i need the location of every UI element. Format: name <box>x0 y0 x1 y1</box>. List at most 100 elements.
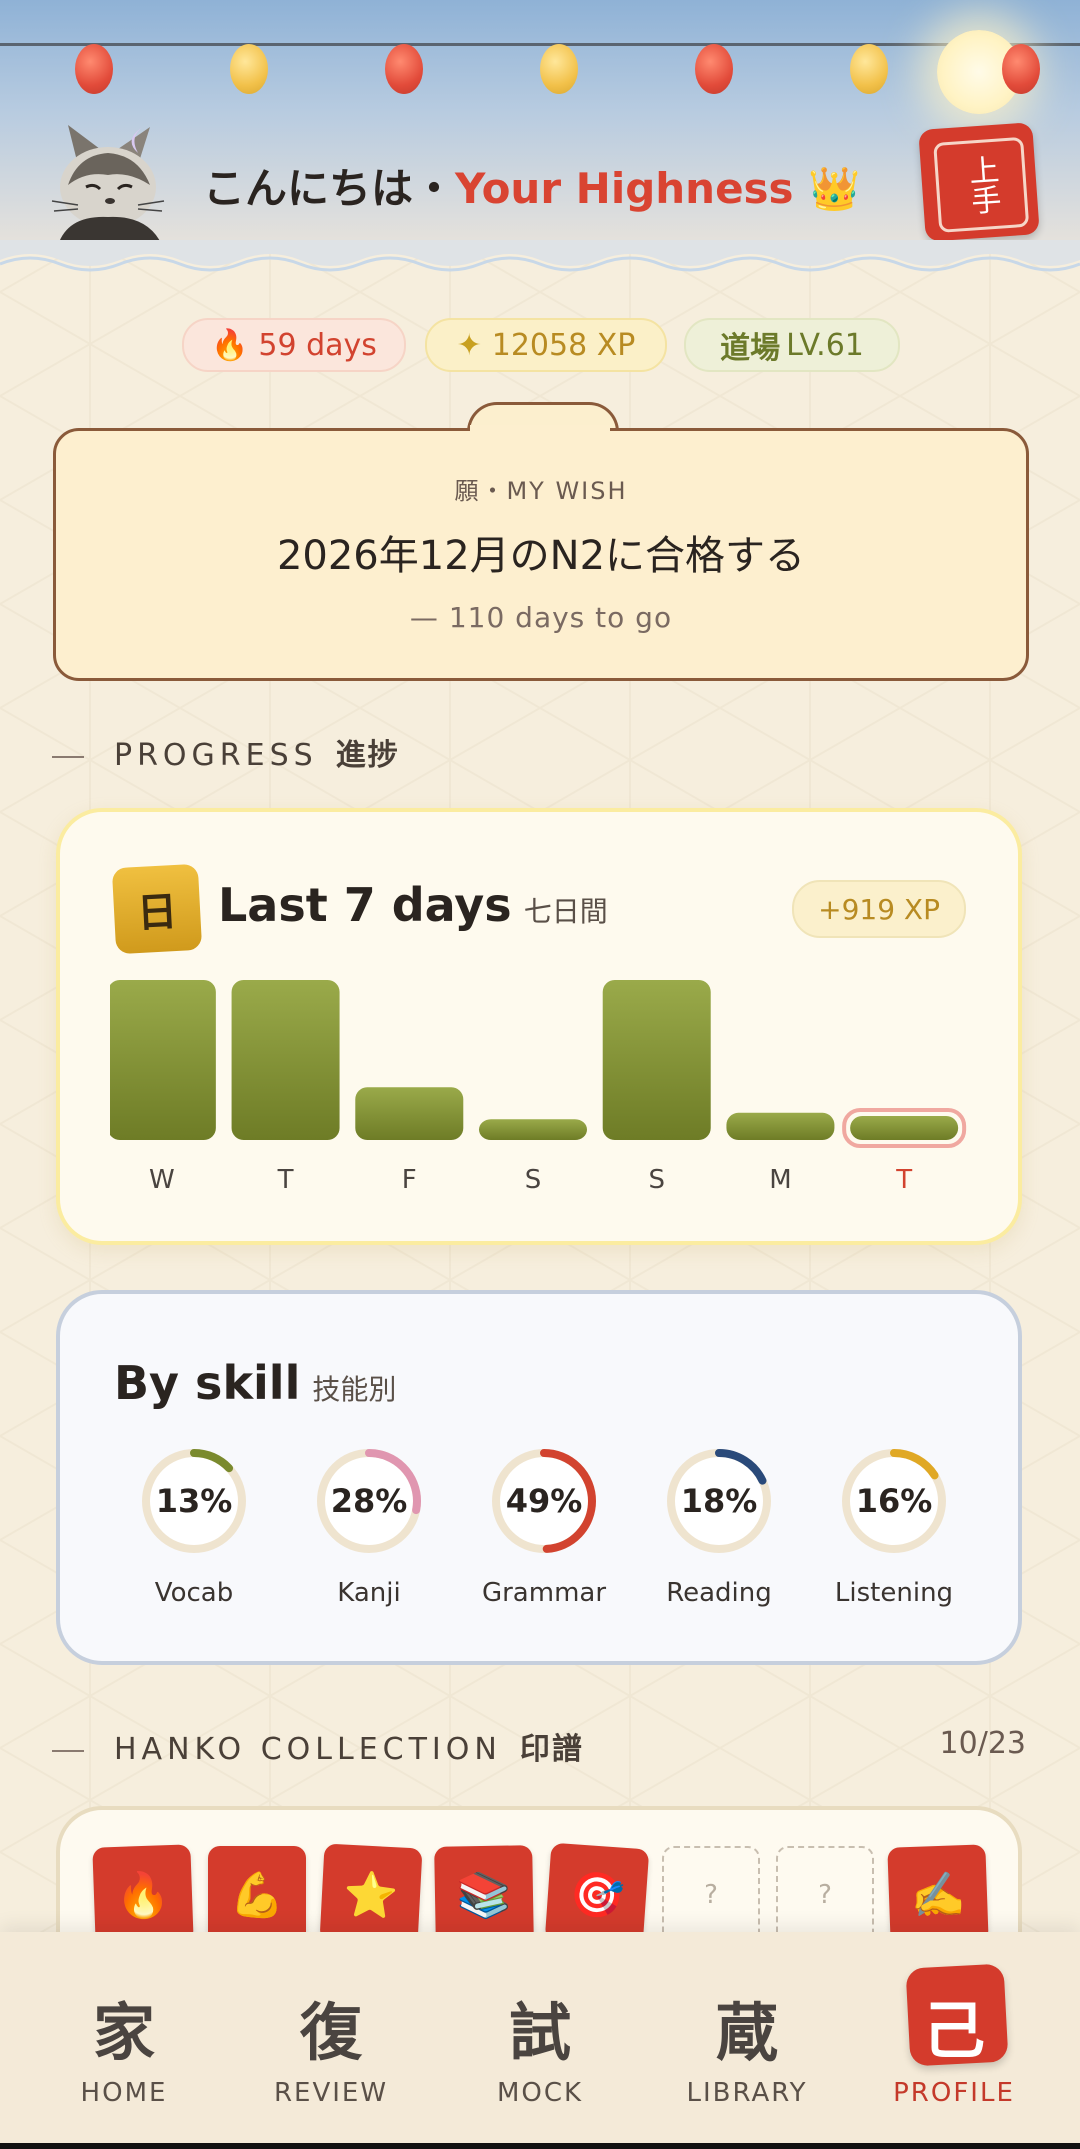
calendar-day-icon: 日 <box>111 863 203 955</box>
skill-label: Reading <box>666 1578 772 1608</box>
header-banner: こんにちは・Your Highness 👑 上手 <box>0 0 1080 245</box>
nav-review[interactable]: 復 REVIEW <box>241 1932 421 2149</box>
bottom-navigation: 家 HOME 復 REVIEW 試 MOCK 蔵 LIBRARY 己 PROFI… <box>0 1932 1080 2149</box>
skill-ring-kanji[interactable]: 28% <box>314 1446 424 1556</box>
wish-goal: 2026年12月のN2に合格する <box>276 533 806 579</box>
skill-title: By skill <box>114 1356 301 1410</box>
hanko-stamp-button[interactable]: 上手 <box>918 122 1040 242</box>
system-home-bar <box>0 2143 1080 2149</box>
crown-icon: 👑 <box>808 164 861 213</box>
nav-profile[interactable]: 己 PROFILE <box>864 1932 1044 2149</box>
lantern-icon <box>850 44 888 94</box>
chart-bar <box>850 1116 959 1140</box>
review-icon: 復 <box>299 1996 362 2069</box>
skill-subtitle: 技能別 <box>312 1373 397 1406</box>
lantern-wire <box>0 43 1080 46</box>
chart-tick-label: S <box>525 1165 542 1195</box>
hanko-stamp[interactable]: 📚 <box>434 1845 534 1945</box>
lantern-icon <box>230 44 268 94</box>
nav-home[interactable]: 家 HOME <box>34 1932 214 2149</box>
greeting-hello: こんにちは・ <box>203 164 456 213</box>
nav-mock-label: MOCK <box>496 2078 584 2108</box>
wish-countdown: — 110 days to go <box>409 601 673 634</box>
progress-title: PROGRESS <box>114 738 318 773</box>
progress-title-jp: 進捗 <box>335 738 400 773</box>
weekly-bar-chart: WTFSSMT <box>110 980 967 1195</box>
skill-ring-reading[interactable]: 18% <box>664 1446 774 1556</box>
skill-card[interactable]: By skill 技能別 13% Vocab 28% Kanji 49% Grammar 18… <box>56 1290 1022 1665</box>
cat-avatar[interactable] <box>38 105 178 245</box>
hanko-count: 10/23 <box>939 1726 1026 1761</box>
home-icon: 家 <box>92 1996 155 2069</box>
lantern-icon <box>75 44 113 94</box>
wish-label: 願・MY WISH <box>454 477 628 505</box>
weekly-title: Last 7 days <box>218 878 512 932</box>
lantern-icon <box>1002 44 1040 94</box>
nav-library[interactable]: 蔵 LIBRARY <box>657 1932 837 2149</box>
lantern-icon <box>695 44 733 94</box>
library-icon: 蔵 <box>715 1996 778 2069</box>
hanko-stamp[interactable]: 💪 <box>208 1846 306 1944</box>
chart-tick-label: F <box>402 1165 417 1195</box>
skill-ring-listening[interactable]: 16% <box>839 1446 949 1556</box>
wish-tab-join <box>470 425 610 433</box>
profile-icon: 己 <box>922 1994 985 2067</box>
chart-tick-label: W <box>149 1165 175 1195</box>
chart-tick-label: T <box>277 1165 294 1195</box>
streak-value: 59 days <box>258 327 377 363</box>
weekly-activity-card[interactable]: 日 Last 7 days 七日間 +919 XP W T F S S M T <box>56 808 1022 1245</box>
skill-ring-vocab[interactable]: 13% <box>139 1446 249 1556</box>
chart-bar <box>110 980 216 1140</box>
nav-library-label: LIBRARY <box>686 2078 808 2108</box>
weekly-card-title: Last 7 days 七日間 <box>218 878 608 932</box>
level-chip[interactable]: 道場 LV.61 <box>684 318 900 372</box>
skill-label: Kanji <box>337 1578 401 1608</box>
hanko-title-jp: 印譜 <box>519 1732 584 1767</box>
fire-icon: 🔥 <box>211 327 249 363</box>
chart-bar <box>355 1087 464 1140</box>
hanko-stamp[interactable]: ✍️ <box>887 1844 989 1946</box>
locked-stamp[interactable]: ? <box>662 1846 760 1944</box>
chart-tick-label: T <box>895 1165 912 1195</box>
xp-value: 12058 XP <box>491 327 636 363</box>
mock-icon: 試 <box>508 1996 571 2069</box>
lantern-icon <box>540 44 578 94</box>
section-dash <box>52 755 84 758</box>
weekly-subtitle: 七日間 <box>523 895 608 928</box>
user-name: Your Highness <box>455 164 794 213</box>
streak-chip[interactable]: 🔥 59 days <box>182 318 406 372</box>
chart-bar <box>479 1119 587 1140</box>
nav-profile-label: PROFILE <box>893 2078 1015 2108</box>
chart-bar <box>602 980 711 1140</box>
section-dash <box>52 1749 84 1752</box>
skill-ring-grammar[interactable]: 49% <box>489 1446 599 1556</box>
wave-divider <box>0 240 1080 272</box>
chart-tick-label: S <box>648 1165 665 1195</box>
nav-review-label: REVIEW <box>273 2078 389 2108</box>
skill-percent: 28% <box>330 1482 408 1520</box>
lantern-icon <box>385 44 423 94</box>
hanko-stamp[interactable]: 🔥 <box>92 1844 194 1946</box>
skill-label: Vocab <box>154 1578 234 1608</box>
skill-percent: 13% <box>155 1482 233 1520</box>
hanko-stamp-text: 上手 <box>933 136 1030 233</box>
wish-card[interactable]: 願・MY WISH 2026年12月のN2に合格する — 110 days to… <box>53 428 1029 681</box>
chart-bar <box>726 1112 835 1140</box>
skill-label: Listening <box>834 1578 954 1608</box>
hanko-title: HANKO COLLECTION <box>114 1732 502 1767</box>
skill-card-title: By skill 技能別 <box>114 1356 396 1410</box>
skill-percent: 16% <box>855 1482 933 1520</box>
nav-mock[interactable]: 試 MOCK <box>450 1932 630 2149</box>
progress-section-header: PROGRESS 進捗 <box>52 730 400 774</box>
chart-bar <box>231 980 340 1140</box>
sparkle-icon: ✦ <box>456 327 482 363</box>
nav-home-label: HOME <box>80 2078 168 2108</box>
xp-chip[interactable]: ✦ 12058 XP <box>425 318 667 372</box>
chart-tick-label: M <box>769 1165 791 1195</box>
hanko-section-header: HANKO COLLECTION 印譜 <box>52 1724 584 1768</box>
dojo-label: 道場 <box>720 331 781 366</box>
skill-percent: 18% <box>680 1482 758 1520</box>
weekly-xp-badge: +919 XP <box>792 880 966 938</box>
level-value: LV.61 <box>786 327 864 363</box>
locked-stamp[interactable]: ? <box>776 1846 874 1944</box>
